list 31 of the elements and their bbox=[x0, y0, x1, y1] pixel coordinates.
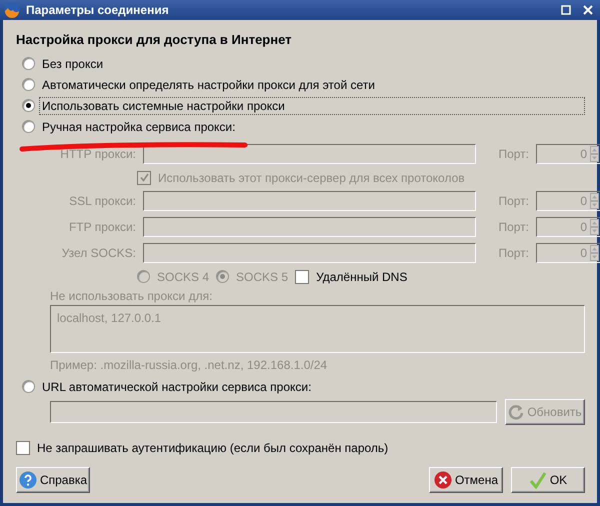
port-label: Порт: bbox=[497, 220, 529, 234]
cancel-button[interactable]: Отмена bbox=[429, 467, 503, 493]
section-heading: Настройка прокси для доступа в Интернет bbox=[16, 32, 293, 47]
field-label: HTTP прокси: bbox=[59, 147, 136, 161]
fox-globe-icon bbox=[4, 2, 20, 18]
radio-label[interactable]: Ручная настройка сервиса прокси: bbox=[39, 118, 238, 136]
ok-button[interactable]: OK bbox=[511, 467, 585, 493]
radio-button[interactable] bbox=[22, 78, 35, 91]
port-label: Порт: bbox=[497, 246, 529, 260]
checkbox[interactable] bbox=[16, 440, 30, 454]
refresh-icon bbox=[508, 404, 524, 420]
checkbox-label[interactable]: Не запрашивать аутентификацию (если был сохранён пароль) bbox=[34, 438, 392, 456]
radio-button[interactable] bbox=[22, 57, 35, 70]
field-label: SSL прокси: bbox=[68, 194, 136, 208]
hint-text: Пример: .mozilla-russia.org, .net.nz, 192.168.1.0/24 bbox=[50, 357, 328, 374]
cancel-icon bbox=[434, 471, 452, 489]
radio-label[interactable]: Без прокси bbox=[39, 54, 106, 72]
help-icon bbox=[18, 471, 37, 489]
window-title: Параметры соединения bbox=[26, 3, 170, 17]
checkmark-icon bbox=[140, 173, 148, 182]
port-label: Порт: bbox=[497, 194, 529, 208]
help-button[interactable]: Справка bbox=[16, 467, 90, 493]
port-label: Порт: bbox=[497, 147, 529, 161]
checkmark-icon bbox=[528, 471, 547, 489]
field-label: Не использовать прокси для: bbox=[50, 288, 214, 305]
field-label: Узел SOCKS: bbox=[60, 246, 136, 260]
radio-label[interactable]: Автоматически определять настройки прокси для этой сети bbox=[39, 76, 378, 94]
radio-button[interactable] bbox=[22, 120, 35, 133]
radio-button[interactable] bbox=[22, 99, 35, 112]
radio-label[interactable]: Использовать системные настройки прокси bbox=[39, 96, 585, 114]
field-label: FTP прокси: bbox=[68, 220, 136, 234]
